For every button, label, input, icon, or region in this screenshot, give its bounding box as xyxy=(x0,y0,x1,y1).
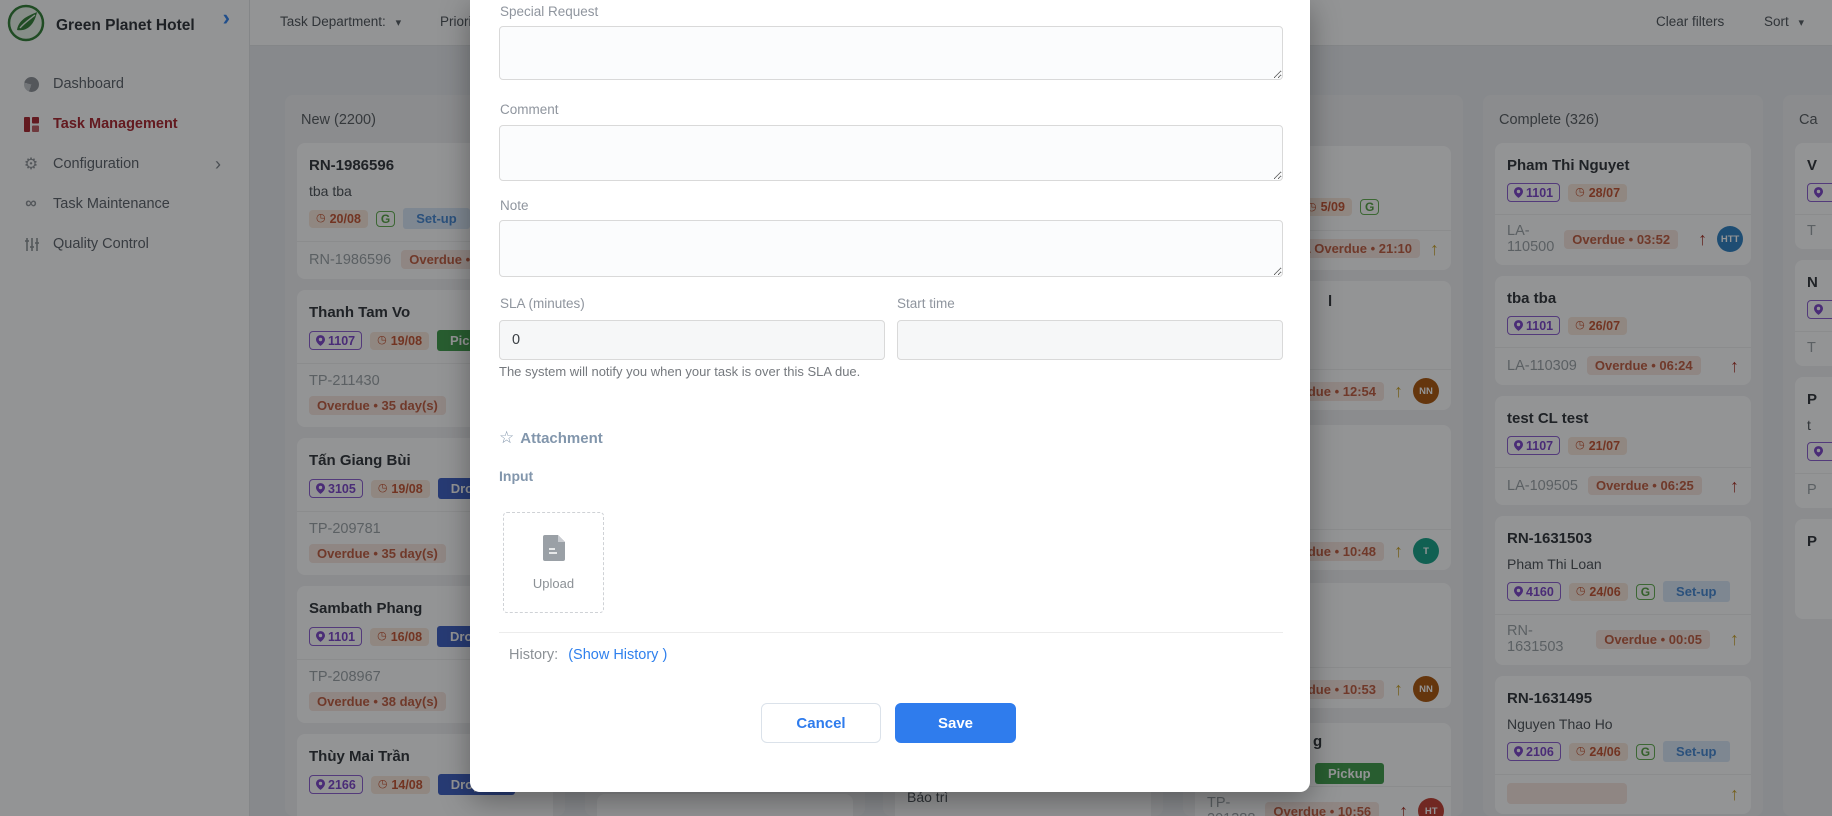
attachment-section-heading: ☆ Attachment xyxy=(499,428,603,448)
note-textarea[interactable] xyxy=(499,220,1283,277)
file-icon xyxy=(543,535,565,566)
input-section-heading: Input xyxy=(499,468,533,484)
attachment-title: Attachment xyxy=(520,430,603,447)
sla-input[interactable] xyxy=(499,320,885,360)
comment-label: Comment xyxy=(500,102,559,117)
sla-label: SLA (minutes) xyxy=(500,296,585,311)
star-icon: ☆ xyxy=(499,428,514,448)
comment-textarea[interactable] xyxy=(499,125,1283,181)
history-row: History: (Show History ) xyxy=(509,647,667,663)
upload-dropzone[interactable]: Upload xyxy=(503,512,604,613)
start-time-label: Start time xyxy=(897,296,955,311)
save-button[interactable]: Save xyxy=(895,703,1016,743)
show-history-link[interactable]: (Show History ) xyxy=(568,647,667,663)
task-edit-modal: Special Request Comment Note SLA (minute… xyxy=(470,0,1310,792)
special-request-label: Special Request xyxy=(500,4,598,19)
input-title: Input xyxy=(499,468,533,484)
sla-helper-text: The system will notify you when your tas… xyxy=(499,364,860,379)
special-request-textarea[interactable] xyxy=(499,26,1283,80)
divider xyxy=(499,632,1283,633)
upload-label: Upload xyxy=(533,576,574,591)
start-time-input[interactable] xyxy=(897,320,1283,360)
history-label: History: xyxy=(509,647,558,663)
note-label: Note xyxy=(500,198,529,213)
cancel-button[interactable]: Cancel xyxy=(761,703,881,743)
app-screen: Green Planet Hotel › Dashboard Task Mana… xyxy=(0,0,1832,816)
